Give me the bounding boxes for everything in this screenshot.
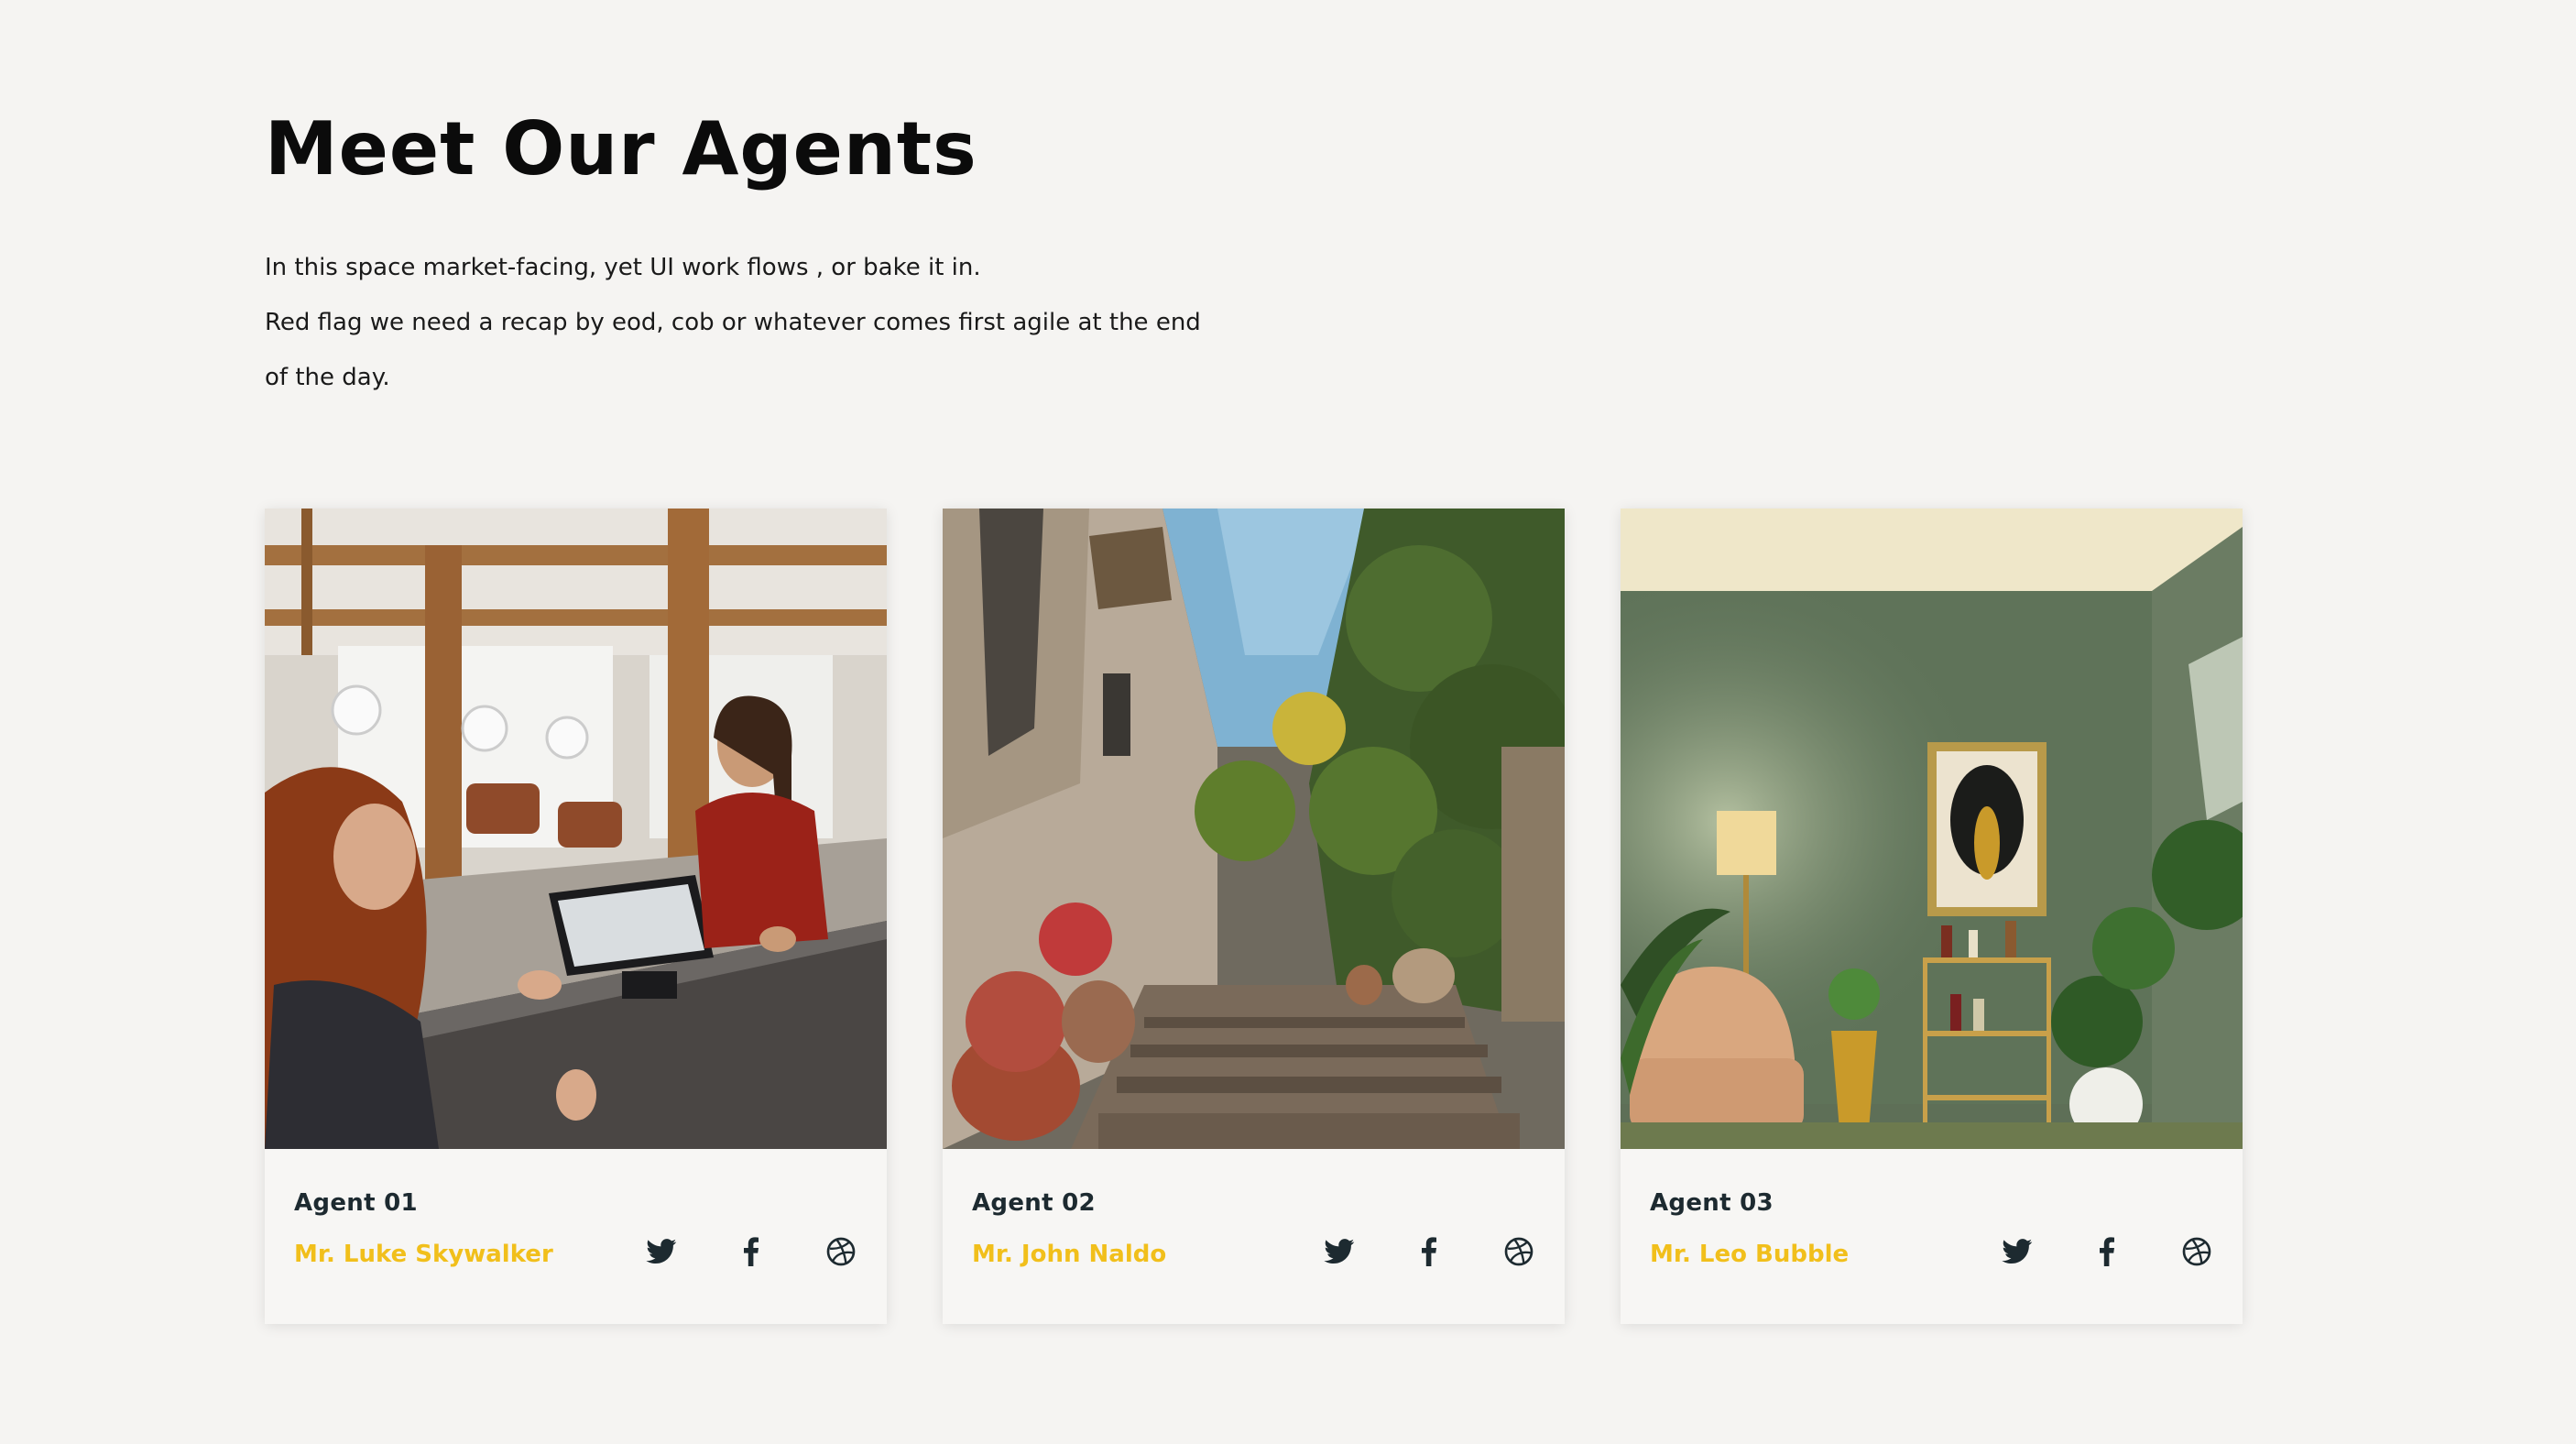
social-links [2001, 1233, 2213, 1270]
page-title: Meet Our Agents [265, 106, 977, 191]
dribbble-icon[interactable] [1502, 1235, 1535, 1268]
agent-photo-living-room [1621, 509, 2243, 1149]
facebook-icon[interactable] [1413, 1235, 1446, 1268]
twitter-icon[interactable] [1323, 1235, 1356, 1268]
agent-cards: Agent 01 Mr. Luke Skywalker Agent 02 Mr.… [265, 509, 2243, 1324]
agent-info: Agent 03 Mr. Leo Bubble [1621, 1149, 2243, 1324]
agent-photo-alley [943, 509, 1565, 1149]
description-line: Red flag we need a recap by eod, cob or … [265, 309, 1201, 336]
agent-label: Agent 03 [1650, 1189, 1774, 1217]
facebook-icon[interactable] [2090, 1235, 2123, 1268]
agent-card[interactable]: Agent 03 Mr. Leo Bubble [1621, 509, 2243, 1324]
agent-name[interactable]: Mr. Leo Bubble [1650, 1241, 1849, 1268]
agent-name[interactable]: Mr. Luke Skywalker [294, 1241, 553, 1268]
agent-photo-salon [265, 509, 887, 1149]
agent-card[interactable]: Agent 01 Mr. Luke Skywalker [265, 509, 887, 1324]
social-links [645, 1233, 857, 1270]
description-line: of the day. [265, 364, 390, 391]
agent-info: Agent 01 Mr. Luke Skywalker [265, 1149, 887, 1324]
agent-info: Agent 02 Mr. John Naldo [943, 1149, 1565, 1324]
agent-label: Agent 01 [294, 1189, 418, 1217]
agent-card[interactable]: Agent 02 Mr. John Naldo [943, 509, 1565, 1324]
twitter-icon[interactable] [2001, 1235, 2034, 1268]
agent-label: Agent 02 [972, 1189, 1096, 1217]
dribbble-icon[interactable] [824, 1235, 857, 1268]
section-description: In this space market-facing, yet UI work… [265, 240, 1272, 405]
dribbble-icon[interactable] [2180, 1235, 2213, 1268]
description-line: In this space market-facing, yet UI work… [265, 254, 981, 281]
twitter-icon[interactable] [645, 1235, 678, 1268]
facebook-icon[interactable] [735, 1235, 768, 1268]
social-links [1323, 1233, 1535, 1270]
agent-name[interactable]: Mr. John Naldo [972, 1241, 1166, 1268]
